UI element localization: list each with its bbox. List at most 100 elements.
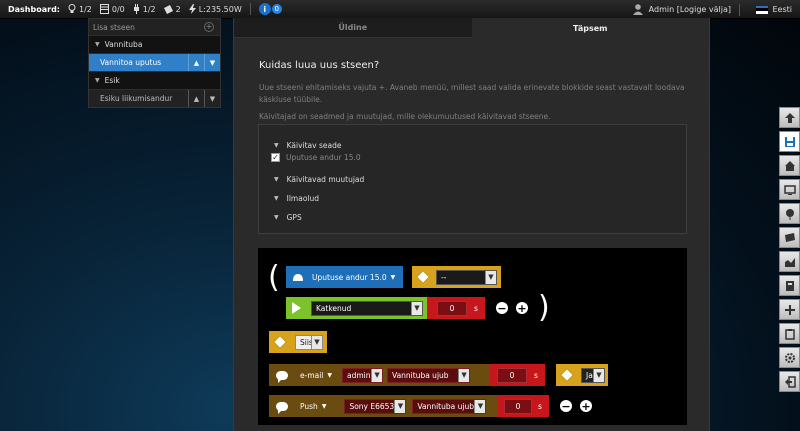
move-up-icon[interactable]: ▲ (188, 90, 204, 107)
push-device-select[interactable]: Sony E6653 ▼ (344, 398, 407, 414)
chevron-down-icon: ▼ (95, 77, 100, 84)
chevron-down-icon: ▼ (274, 214, 279, 221)
language-selector[interactable]: Eesti (756, 0, 792, 19)
settings-button[interactable] (779, 347, 800, 368)
scene-item-vannitoa-uputus[interactable]: Vannitoa uputus ▲ ▼ (89, 53, 220, 71)
chevron-down-icon: ▼ (394, 399, 406, 413)
trigger-section-device[interactable]: ▼ Käivitav seade (274, 141, 341, 150)
move-up-icon[interactable]: ▲ (188, 54, 204, 71)
page-title: Kuidas luua uus stseen? (259, 60, 380, 71)
move-button[interactable] (779, 299, 800, 320)
and-block[interactable]: Ja ▼ (556, 364, 608, 386)
lightbulb-icon (68, 4, 76, 13)
delay-block[interactable]: 0 s (427, 297, 485, 319)
flag-button[interactable] (779, 227, 800, 248)
email-delay-block[interactable]: 0 s (490, 364, 545, 386)
device-block[interactable]: Uputuse andur 15.0 ▼ (286, 266, 403, 288)
move-down-icon[interactable]: ▼ (204, 54, 220, 71)
power-value: L:235.50W (198, 4, 242, 14)
copy-button[interactable] (779, 275, 800, 296)
monitor-icon (783, 184, 796, 195)
delay-input[interactable]: 0 (437, 300, 467, 316)
chevron-down-icon: ▼ (274, 195, 279, 202)
email-delay-input[interactable]: 0 (497, 367, 527, 383)
sensor-icon (163, 4, 173, 14)
operator-select[interactable]: -- ▼ (436, 269, 497, 285)
add-scene-row[interactable]: Lisa stseen + (89, 19, 220, 35)
trigger-section-variables[interactable]: ▼ Käivitavad muutujad (274, 175, 364, 184)
chevron-down-icon: ▼ (593, 368, 604, 382)
chevron-down-icon: ▼ (485, 270, 496, 284)
add-action-button[interactable]: + (580, 400, 592, 412)
plugs-stat[interactable]: 1/2 (133, 4, 156, 14)
then-select[interactable]: Siis ▼ (295, 334, 323, 350)
lights-stat[interactable]: 1/2 (68, 4, 92, 14)
chevron-down-icon: ▼ (321, 402, 327, 410)
chart-button[interactable] (779, 251, 800, 272)
scene-builder: ( Uputuse andur 15.0 ▼ -- ▼ Katkenud ▼ 0… (258, 248, 687, 425)
state-select[interactable]: Katkenud ▼ (311, 300, 423, 316)
checkbox[interactable]: ✓ (271, 153, 280, 162)
settings-icon (784, 352, 795, 363)
scene-group-esik[interactable]: ▼ Esik (89, 71, 220, 89)
display-button[interactable] (779, 179, 800, 200)
operator-block[interactable]: -- ▼ (412, 266, 501, 288)
email-message-select[interactable]: Vannituba ujub ▼ (387, 367, 471, 383)
power-stat[interactable]: L:235.50W (188, 4, 242, 14)
location-button[interactable] (779, 203, 800, 224)
lights-value: 1/2 (79, 4, 92, 14)
top-bar: Dashboard: 1/2 0/0 1/2 2 L:235.50W i 0 A… (0, 0, 800, 19)
add-condition-button[interactable]: + (516, 302, 528, 314)
trigger-checkbox-row[interactable]: ✓ Uputuse andur 15.0 (271, 153, 361, 162)
trigger-section-weather[interactable]: ▼ Ilmaolud (274, 194, 319, 203)
chevron-down-icon: ▼ (274, 176, 279, 183)
scene-item-esiku-liikumisandur[interactable]: Esiku liikumisandur ▲ ▼ (89, 89, 220, 107)
user-menu[interactable]: Admin [Logige välja] (632, 0, 740, 19)
email-action-block[interactable]: e-mail ▼ admin ▼ Vannituba ujub ▼ (269, 364, 490, 386)
trigger-section-gps[interactable]: ▼ GPS (274, 213, 302, 222)
and-select[interactable]: Ja ▼ (581, 367, 605, 383)
user-name[interactable]: Admin [Logige välja] (649, 5, 731, 14)
home-button[interactable] (779, 155, 800, 176)
section-label: Ilmaolud (286, 194, 320, 203)
scroll-up-button[interactable] (779, 107, 800, 128)
tab-uldine[interactable]: Üldine (234, 18, 472, 38)
save-button[interactable] (779, 131, 800, 152)
sensors-value: 2 (175, 4, 181, 14)
move-down-icon[interactable]: ▼ (204, 90, 220, 107)
dashboard-label: Dashboard: (8, 4, 60, 14)
push-delay-input[interactable]: 0 (504, 398, 532, 414)
save-icon (784, 136, 795, 147)
scene-group-vannituba[interactable]: ▼ Vannituba (89, 35, 220, 53)
user-icon (632, 4, 643, 15)
clipboard-button[interactable] (779, 323, 800, 344)
chart-icon (784, 257, 795, 267)
push-action-block[interactable]: Push ▼ Sony E6653 ▼ Vannituba ujub ▼ (269, 395, 497, 417)
chat-icon (276, 370, 288, 383)
logout-button[interactable] (779, 371, 800, 392)
add-scene-icon[interactable]: + (204, 22, 214, 32)
info-badge[interactable]: i 0 (258, 3, 282, 15)
sensor-device-icon (293, 273, 303, 281)
email-user-select[interactable]: admin ▼ (342, 367, 384, 383)
remove-condition-button[interactable]: − (496, 302, 508, 314)
email-user-value: admin (347, 370, 371, 380)
state-value: Katkenud (316, 303, 352, 313)
tab-tapsem[interactable]: Täpsem (471, 18, 709, 38)
scene-group-label: Esik (104, 76, 120, 85)
remove-action-button[interactable]: − (560, 400, 572, 412)
push-message-select[interactable]: Vannituba ujub ▼ (412, 398, 487, 414)
move-icon (784, 304, 795, 315)
state-block[interactable]: Katkenud ▼ (286, 297, 427, 319)
chevron-down-icon: ▼ (371, 368, 383, 382)
blinds-stat[interactable]: 0/0 (99, 4, 125, 14)
checkbox-label: Uputuse andur 15.0 (286, 153, 361, 162)
then-block[interactable]: Siis ▼ (269, 331, 327, 353)
push-message-value: Vannituba ujub (417, 401, 474, 411)
scene-list: Lisa stseen + ▼ Vannituba Vannitoa uputu… (88, 18, 221, 108)
notification-count: 0 (271, 4, 282, 14)
email-message-value: Vannituba ujub (392, 370, 449, 380)
sensors-stat[interactable]: 2 (163, 4, 181, 14)
push-delay-block[interactable]: 0 s (497, 395, 549, 417)
and-value: Ja (586, 370, 593, 380)
